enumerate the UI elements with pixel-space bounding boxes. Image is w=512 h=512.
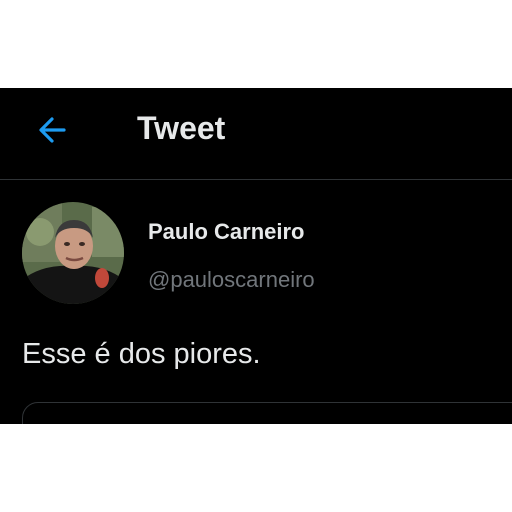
page-title: Tweet	[137, 110, 226, 146]
arrow-left-icon	[39, 117, 66, 143]
back-button[interactable]	[30, 108, 74, 152]
avatar-photo-icon	[22, 202, 124, 304]
tweet-text: Esse é dos piores.	[22, 338, 261, 370]
tweet-screen: Tweet Paulo Carneiro @pauloscarneiro Ess…	[0, 88, 512, 424]
top-app-bar: Tweet	[0, 88, 512, 180]
author-handle[interactable]: @pauloscarneiro	[148, 266, 315, 294]
avatar[interactable]	[22, 202, 124, 304]
author-display-name[interactable]: Paulo Carneiro	[148, 218, 304, 246]
embedded-card[interactable]	[22, 402, 512, 424]
